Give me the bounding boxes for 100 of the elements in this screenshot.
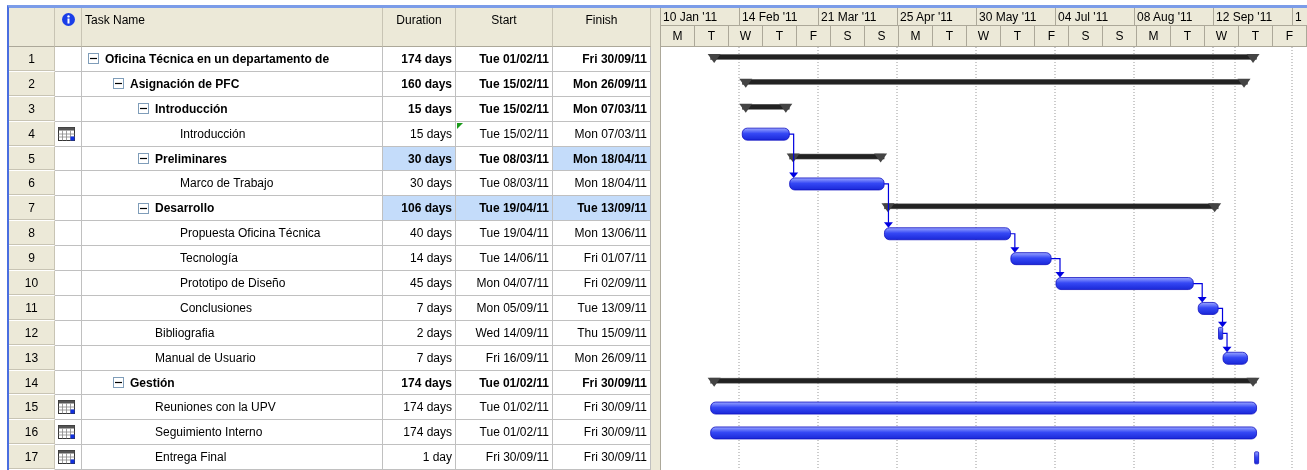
task-name: Desarrollo — [155, 201, 215, 216]
task-start: Mon 05/09/11 — [476, 300, 549, 315]
task-duration: 174 days — [403, 425, 452, 440]
task-bar[interactable] — [1254, 451, 1260, 465]
collapse-toggle[interactable] — [138, 153, 149, 164]
task-name: Seguimiento Interno — [155, 425, 263, 440]
task-name: Entrega Final — [155, 450, 227, 465]
collapse-toggle[interactable] — [113, 377, 124, 388]
task-name: Tecnología — [180, 251, 239, 266]
minus-icon — [140, 155, 147, 162]
task-finish: Fri 30/09/11 — [583, 450, 647, 465]
row-number[interactable]: 4 — [9, 121, 55, 147]
row-number[interactable]: 2 — [9, 71, 55, 97]
timescale-label: 21 Mar '11 — [819, 8, 898, 26]
task-start: Mon 04/07/11 — [476, 275, 549, 290]
row-number[interactable]: 13 — [9, 345, 55, 371]
summary-bar[interactable] — [739, 78, 1251, 88]
task-name: Reuniones con la UPV — [155, 400, 276, 415]
task-name: Prototipo de Diseño — [180, 275, 286, 290]
task-bar[interactable] — [1222, 351, 1248, 365]
column-header: Duration — [396, 13, 442, 27]
task-finish: Tue 13/09/11 — [577, 201, 647, 216]
timescale-label: S — [1103, 26, 1137, 47]
column-header: Finish — [585, 13, 618, 27]
timescale-label: M — [899, 26, 933, 47]
timescale-label: 14 Feb '11 — [740, 8, 819, 26]
collapse-toggle[interactable] — [113, 78, 124, 90]
task-duration: 30 days — [407, 151, 452, 166]
task-bar[interactable] — [1218, 326, 1224, 340]
collapse-toggle[interactable] — [138, 103, 149, 115]
row-number[interactable]: 15 — [9, 395, 55, 421]
row-number[interactable]: 12 — [9, 320, 55, 346]
row-number[interactable]: 14 — [9, 370, 55, 396]
task-duration: 174 days — [401, 375, 452, 390]
row-number[interactable]: 11 — [9, 295, 55, 321]
row-number[interactable]: 8 — [9, 221, 55, 247]
timescale-label: M — [1137, 26, 1171, 47]
task-name: Introducción — [155, 101, 228, 116]
collapse-toggle[interactable] — [138, 202, 149, 214]
timescale-label: W — [1205, 26, 1239, 47]
task-start: Fri 30/09/11 — [485, 450, 549, 465]
task-start: Tue 01/02/11 — [479, 400, 549, 415]
timescale-label: T — [763, 26, 797, 47]
row-number[interactable]: 9 — [9, 246, 55, 271]
task-duration: 30 days — [409, 176, 452, 191]
info-icon — [61, 13, 75, 26]
task-start: Tue 15/02/11 — [479, 126, 549, 141]
summary-bar[interactable] — [881, 203, 1222, 213]
calendar-icon — [58, 450, 75, 465]
task-name: Asignación de PFC — [130, 76, 240, 91]
row-number[interactable]: 3 — [9, 96, 55, 122]
task-finish: Mon 26/09/11 — [572, 76, 647, 91]
task-bar[interactable] — [710, 426, 1257, 440]
collapse-toggle[interactable] — [88, 53, 99, 65]
dependency-line — [883, 183, 890, 224]
task-duration: 15 days — [407, 101, 452, 116]
task-duration: 7 days — [416, 350, 452, 365]
row-number[interactable]: 6 — [9, 171, 55, 197]
task-bar[interactable] — [741, 127, 790, 141]
timescale-label: T — [1001, 26, 1035, 47]
task-finish: Fri 30/09/11 — [583, 400, 647, 415]
timescale-label: 08 Aug '11 — [1135, 8, 1214, 26]
task-bar[interactable] — [1197, 302, 1219, 315]
task-duration: 1 day — [422, 450, 452, 465]
task-duration: 7 days — [416, 300, 452, 315]
row-number[interactable]: 10 — [9, 271, 55, 296]
task-name: Propuesta Oficina Técnica — [180, 226, 321, 241]
task-duration: 45 days — [409, 275, 452, 290]
summary-bar[interactable] — [739, 103, 793, 113]
task-finish: Mon 18/04/11 — [572, 151, 647, 166]
task-finish: Thu 15/09/11 — [577, 325, 647, 340]
summary-bar[interactable] — [707, 53, 1260, 63]
timescale-label: 04 Jul '11 — [1056, 8, 1135, 26]
row-number[interactable]: 16 — [9, 420, 55, 446]
task-finish: Mon 18/04/11 — [574, 176, 647, 191]
task-start: Tue 15/02/11 — [479, 76, 549, 91]
task-start: Tue 08/03/11 — [479, 176, 549, 191]
row-number[interactable]: 7 — [9, 196, 55, 222]
dependency-line — [1009, 233, 1016, 249]
summary-bar[interactable] — [707, 377, 1260, 387]
minus-icon — [115, 379, 122, 386]
task-bar[interactable] — [1010, 252, 1052, 266]
task-finish: Fri 02/09/11 — [583, 275, 647, 290]
task-bar[interactable] — [789, 177, 885, 191]
summary-bar[interactable] — [786, 153, 888, 163]
task-name: Manual de Usuario — [155, 350, 256, 365]
task-duration: 174 days — [403, 400, 452, 415]
row-number[interactable]: 5 — [9, 146, 55, 172]
task-finish: Mon 26/09/11 — [574, 350, 647, 365]
task-finish: Fri 30/09/11 — [582, 375, 647, 390]
row-number[interactable]: 17 — [9, 445, 55, 470]
task-name: Preliminares — [155, 151, 228, 166]
task-start: Tue 01/02/11 — [479, 425, 549, 440]
task-bar[interactable] — [884, 227, 1011, 241]
column-header: Start — [491, 13, 517, 27]
row-number[interactable]: 1 — [9, 47, 55, 72]
task-finish: Mon 07/03/11 — [572, 101, 647, 116]
task-bar[interactable] — [710, 401, 1257, 415]
task-duration: 106 days — [401, 201, 452, 216]
timescale-label: W — [729, 26, 763, 47]
